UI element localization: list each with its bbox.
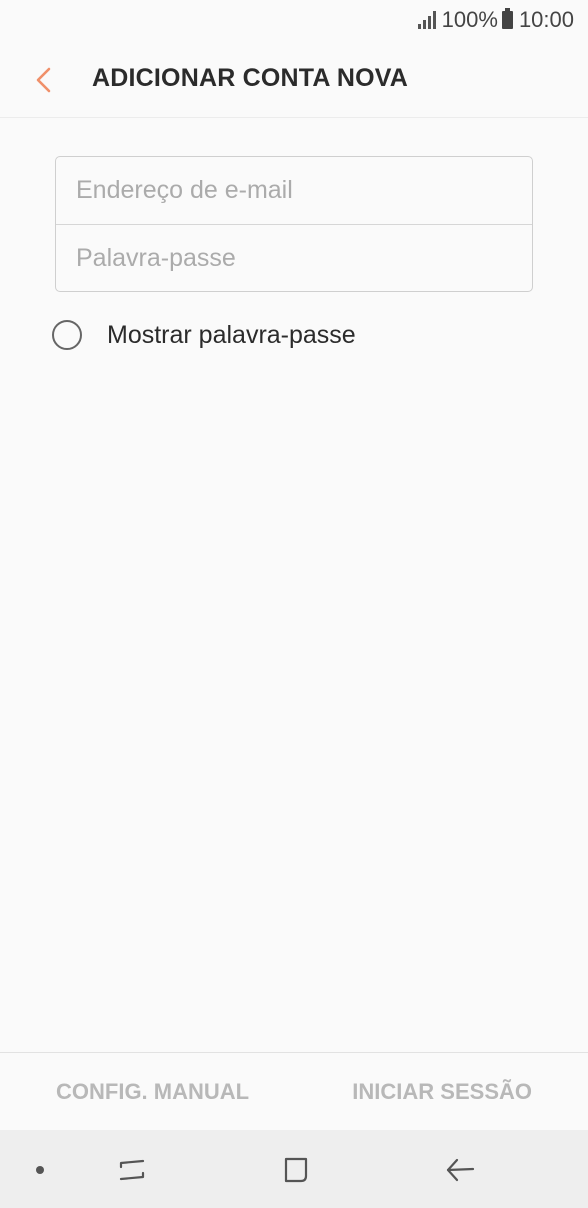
battery-icon: [501, 8, 513, 29]
login-form: [55, 156, 533, 292]
show-password-checkbox[interactable]: Mostrar palavra-passe: [52, 320, 356, 350]
back-arrow-icon[interactable]: [440, 1150, 480, 1190]
password-input[interactable]: [56, 225, 532, 292]
page-title: ADICIONAR CONTA NOVA: [92, 64, 409, 92]
sign-in-button[interactable]: INICIAR SESSÃO: [352, 1079, 532, 1105]
chevron-left-icon: [36, 67, 51, 93]
show-password-label: Mostrar palavra-passe: [107, 320, 356, 349]
navigation-bar: [0, 1130, 588, 1208]
email-input[interactable]: [56, 157, 532, 224]
battery-percent: 100%: [441, 7, 498, 32]
action-bar: CONFIG. MANUAL INICIAR SESSÃO: [0, 1052, 588, 1130]
clock: 10:00: [518, 7, 574, 32]
manual-setup-button[interactable]: CONFIG. MANUAL: [56, 1079, 249, 1105]
checkbox-circle-icon[interactable]: [52, 320, 82, 350]
signal-icon: [416, 11, 436, 29]
recent-apps-icon[interactable]: [112, 1150, 152, 1190]
app-header: ADICIONAR CONTA NOVA: [0, 40, 588, 118]
status-bar: 100% 10:00: [0, 0, 588, 40]
dot-icon[interactable]: [20, 1150, 60, 1190]
home-icon[interactable]: [276, 1150, 316, 1190]
add-account-screen: 100% 10:00 ADICIONAR CONTA NOVA Mostrar …: [0, 0, 588, 1208]
back-button[interactable]: [22, 58, 66, 102]
